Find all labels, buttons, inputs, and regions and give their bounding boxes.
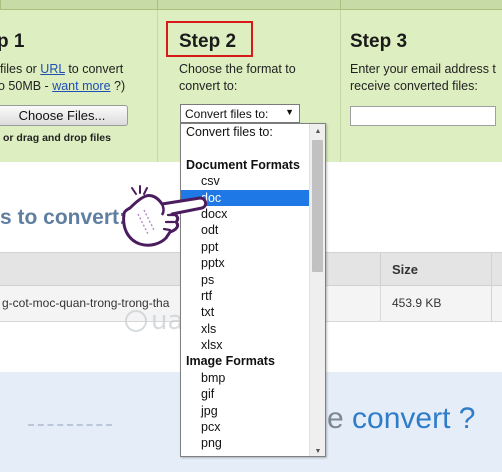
scroll-up-icon[interactable]: ▲: [310, 124, 325, 138]
table-divider: [380, 286, 381, 322]
table-divider: [380, 253, 381, 287]
format-option-bmp[interactable]: bmp: [181, 370, 310, 386]
top-tab: [0, 0, 10, 9]
step3-line1: Enter your email address t: [350, 62, 496, 76]
choose-files-button[interactable]: Choose Files...: [0, 105, 128, 126]
format-option-png[interactable]: png: [181, 435, 310, 451]
step3-title: Step 3: [350, 31, 408, 52]
convert-question: e convert ?: [327, 402, 475, 436]
format-option-ps[interactable]: ps: [181, 272, 310, 288]
step1-title: p 1: [0, 31, 25, 52]
format-option-pcx[interactable]: pcx: [181, 419, 310, 435]
top-tab-divider: [157, 0, 158, 9]
step1-line2: o 50MB - want more ?): [0, 78, 125, 95]
scrollbar-thumb[interactable]: [312, 140, 323, 272]
table-right-edge: [491, 252, 492, 322]
step1-column: p 1 files or URL to convert o 50MB - wan…: [0, 10, 156, 162]
convert-question-prefix: e: [327, 402, 353, 435]
format-option-rtf[interactable]: rtf: [181, 288, 310, 304]
image-formats-group: Image Formats: [186, 354, 275, 369]
step2-highlight-box: [166, 21, 253, 57]
top-tab-divider: [340, 0, 341, 9]
step1-line1-text-end: to convert: [64, 62, 124, 76]
url-link[interactable]: URL: [40, 62, 65, 76]
format-option-xlsx[interactable]: xlsx: [181, 337, 310, 353]
drag-drop-text: or drag and drop files: [3, 132, 111, 144]
step2-line2: convert to:: [179, 79, 238, 93]
format-select-value: Convert files to:: [185, 106, 269, 121]
step3-line2: receive converted files:: [350, 79, 478, 93]
format-option-gif[interactable]: gif: [181, 386, 310, 402]
format-option-pptx[interactable]: pptx: [181, 255, 310, 271]
format-option-txt[interactable]: txt: [181, 304, 310, 320]
format-option-xls[interactable]: xls: [181, 321, 310, 337]
column-size: Size: [392, 262, 419, 277]
dropdown-scrollbar[interactable]: ▲ ▼: [309, 124, 325, 456]
want-more-link[interactable]: want more: [52, 79, 110, 93]
step1-line1-text: files or: [0, 62, 41, 76]
dropdown-placeholder[interactable]: Convert files to:: [181, 124, 310, 140]
format-options: Convert files to: Document Formats csv d…: [181, 124, 310, 452]
email-input[interactable]: [350, 106, 496, 126]
file-size: 453.9 KB: [392, 296, 442, 310]
top-strip: [0, 0, 502, 10]
watermark-logo-icon: [125, 310, 147, 332]
hand-pointer-icon: [122, 185, 208, 247]
dashed-line: [28, 424, 112, 426]
format-dropdown-list[interactable]: Convert files to: Document Formats csv d…: [180, 123, 326, 457]
step1-line1: files or URL to convert: [0, 61, 123, 78]
step1-line2-text-end: ?): [110, 79, 126, 93]
dropdown-spacer: [181, 140, 310, 156]
convert-question-text: convert ?: [352, 402, 476, 435]
step1-line2-text: o 50MB -: [0, 79, 53, 93]
format-option-jpg[interactable]: jpg: [181, 403, 310, 419]
files-heading: s to convert:: [0, 206, 127, 229]
scroll-down-icon[interactable]: ▼: [310, 444, 325, 456]
document-formats-group: Document Formats: [186, 157, 300, 172]
step2-line1: Choose the format to: [179, 62, 296, 76]
dropdown-arrow-icon: ▼: [285, 107, 294, 117]
format-select[interactable]: Convert files to: ▼: [180, 104, 300, 123]
step3-column: Step 3 Enter your email address t receiv…: [340, 10, 502, 162]
